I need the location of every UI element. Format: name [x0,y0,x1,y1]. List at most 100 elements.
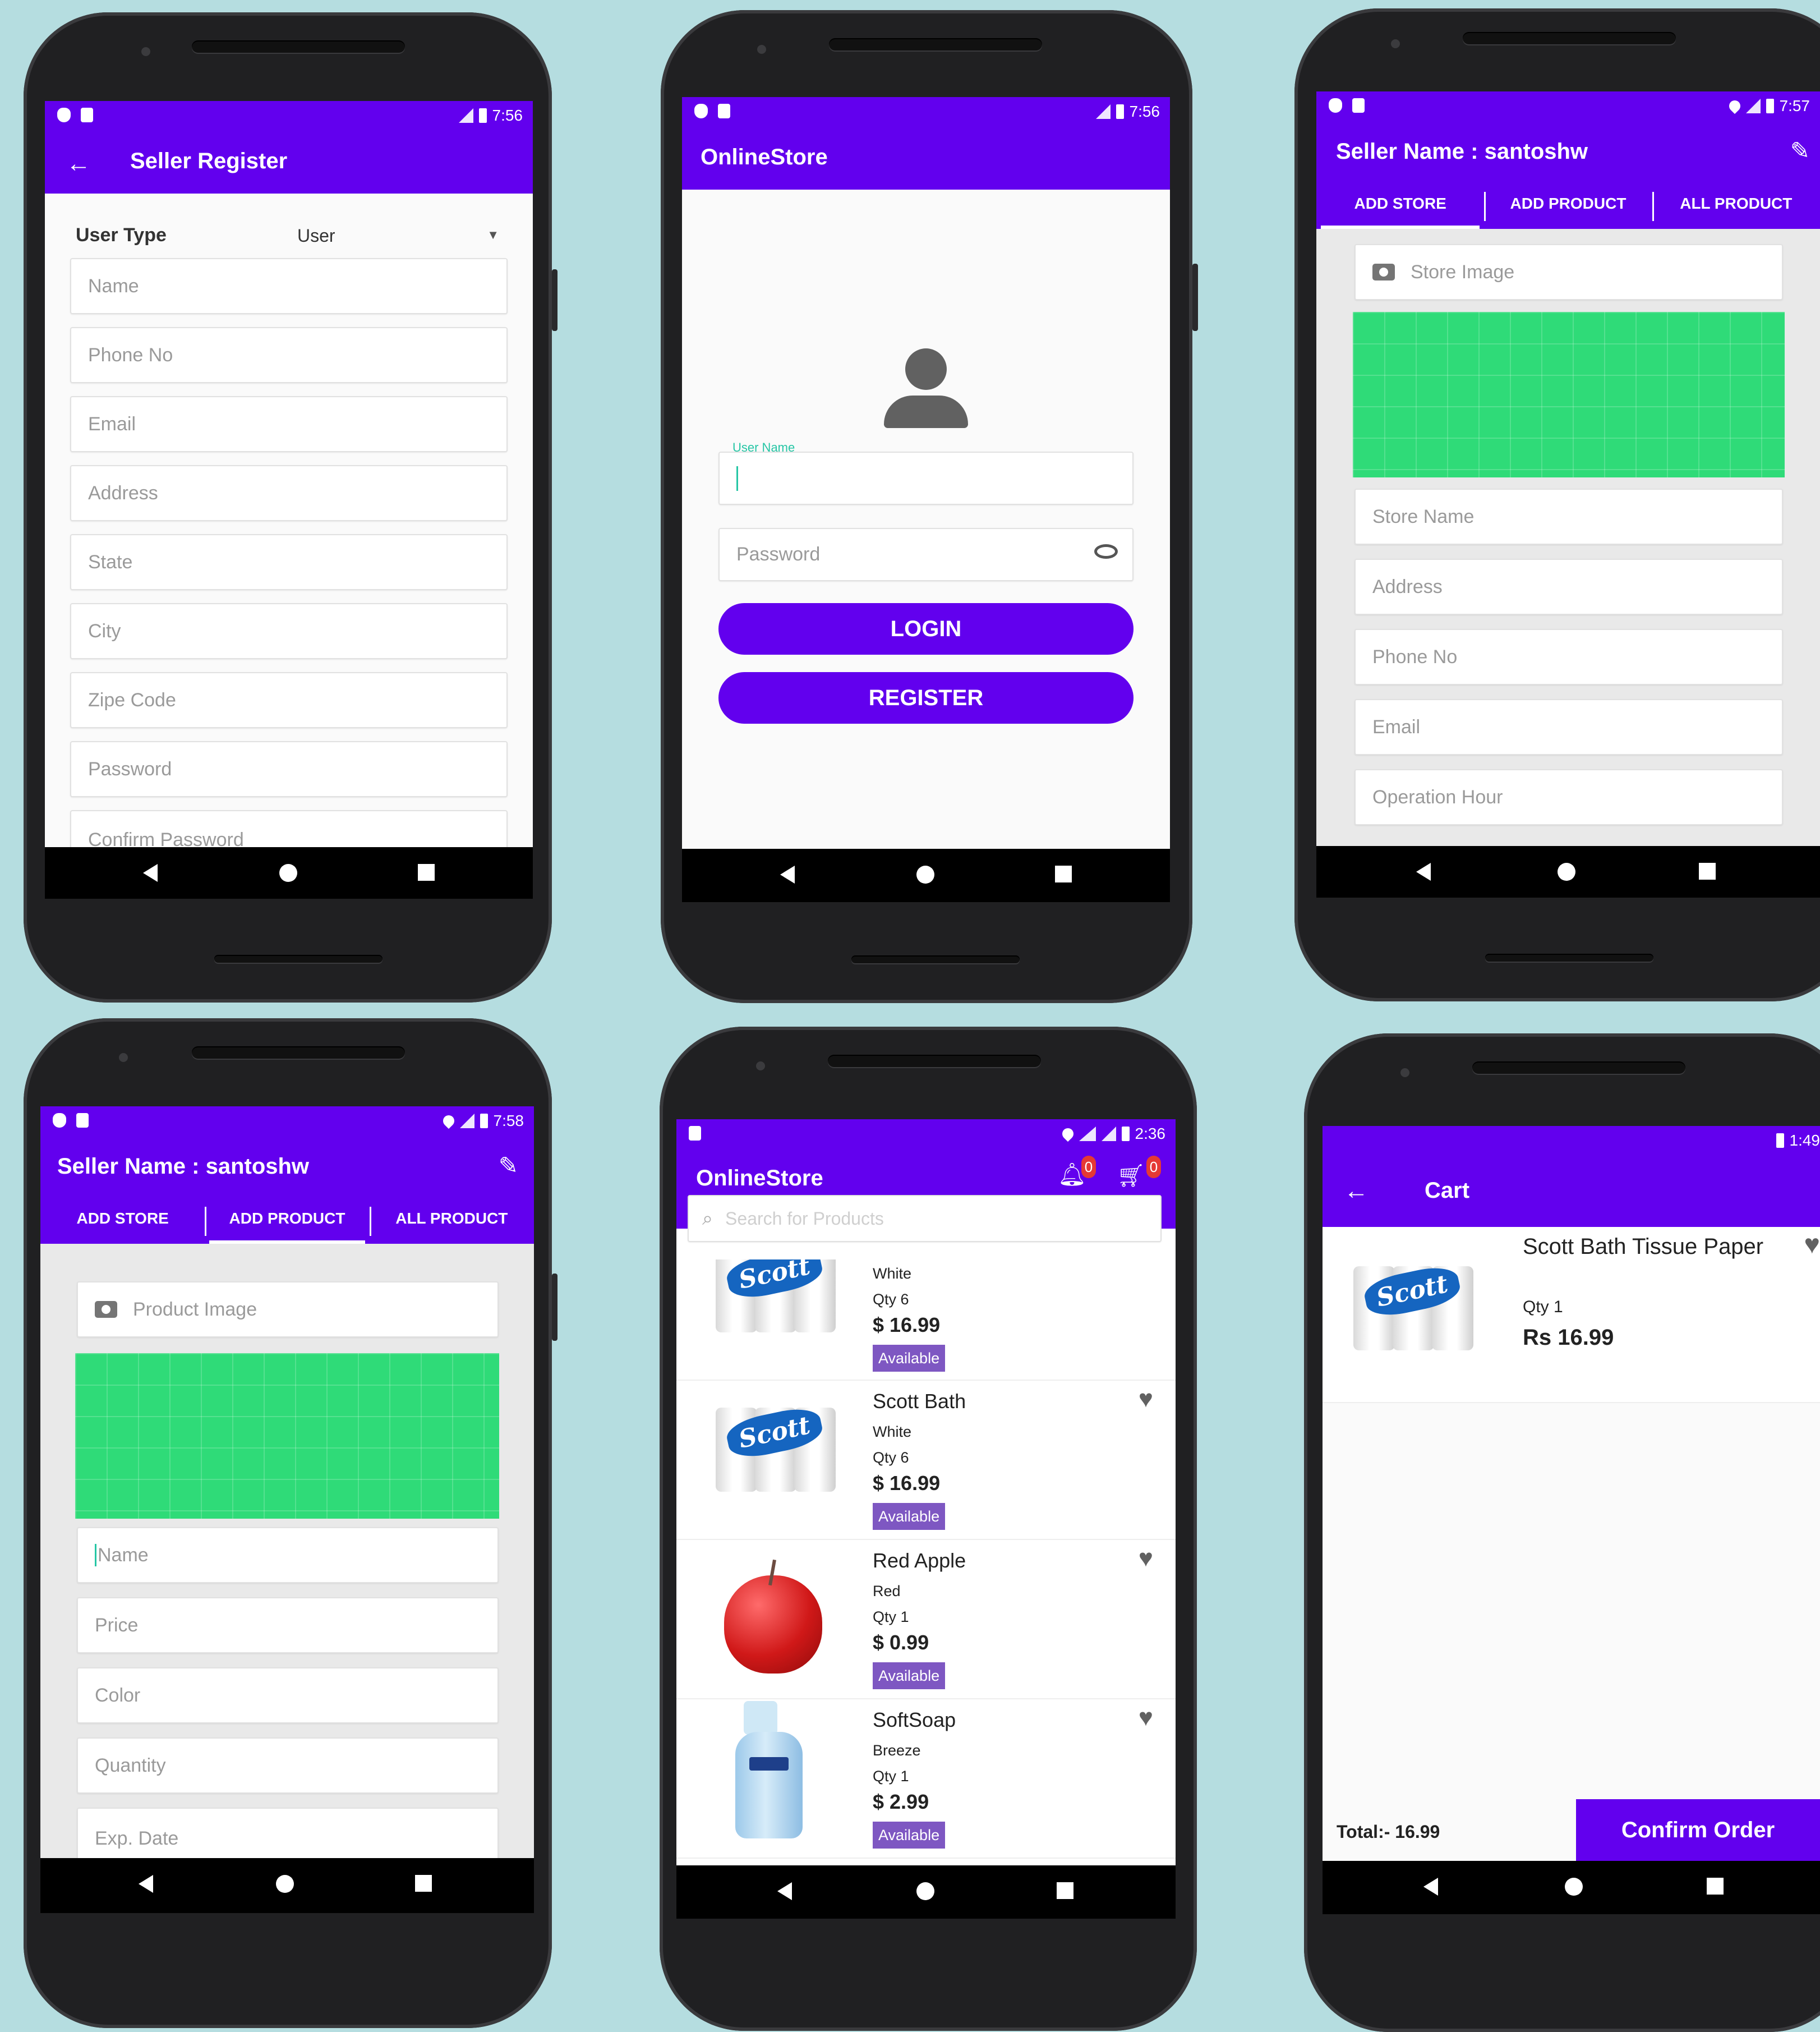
operation-hour-field[interactable]: Operation Hour [1354,769,1783,825]
status-bar: 1:49 [1323,1126,1820,1157]
product-item[interactable]: Scott White Qty 6 $ 16.99 Available [676,1259,1176,1381]
quantity-field[interactable]: Quantity [77,1737,499,1794]
nav-home-icon[interactable] [279,864,297,882]
email-field[interactable]: Email [70,396,508,452]
eye-icon[interactable] [1094,544,1118,559]
status-bar: 7:56 [45,101,533,132]
nav-home-icon[interactable] [1565,1878,1583,1896]
store-name-field[interactable]: Store Name [1354,489,1783,545]
camera-icon [1372,264,1395,281]
nav-home-icon[interactable] [916,1882,934,1900]
tab-all-product[interactable]: ALL PRODUCT [1652,184,1820,229]
state-field[interactable]: State [70,534,508,590]
shield-icon [694,104,708,118]
edit-icon[interactable]: ✎ [1790,137,1810,164]
username-input[interactable] [718,452,1134,505]
product-item[interactable]: Scott Scott Bath ♥ White Qty 6 $ 16.99 A… [676,1380,1176,1540]
product-image-placeholder [75,1353,499,1519]
tab-add-store[interactable]: ADD STORE [40,1199,205,1244]
back-arrow-icon[interactable]: ← [1344,1177,1369,1205]
nav-back-icon[interactable] [777,1882,792,1900]
status-time: 7:56 [492,107,523,125]
price-field[interactable]: Price [77,1597,499,1653]
app-bar: ← Seller Register [45,132,533,194]
password-input[interactable]: Password [718,528,1134,581]
battery-icon [480,1114,488,1128]
user-avatar-icon [884,348,968,427]
signal-icon [1096,104,1111,119]
product-image-field[interactable]: Product Image [77,1281,499,1337]
nav-recents-icon[interactable] [1699,863,1716,880]
address-field[interactable]: Address [1354,559,1783,615]
battery-icon [1776,1133,1784,1148]
tab-all-product[interactable]: ALL PRODUCT [370,1199,534,1244]
nav-back-icon[interactable] [1423,1878,1438,1896]
nav-back-icon[interactable] [1416,863,1431,881]
nav-recents-icon[interactable] [1055,866,1072,882]
nav-home-icon[interactable] [916,866,934,884]
phone-field[interactable]: Phone No [70,327,508,383]
screen-add-product: 7:58 Seller Name : santoshw ✎ ADD STORE … [40,1106,534,1858]
cart-icon[interactable]: 🛒︎ [1117,1162,1145,1189]
nav-back-icon[interactable] [139,1875,153,1893]
login-button[interactable]: LOGIN [718,603,1134,655]
favorite-heart-icon[interactable]: ♥ [1139,1544,1153,1573]
product-qty: Qty 1 [873,1768,909,1785]
nav-back-icon[interactable] [780,866,795,884]
phone-field[interactable]: Phone No [1354,629,1783,685]
status-time: 7:57 [1780,97,1810,115]
favorite-heart-icon[interactable]: ♥ [1804,1229,1820,1260]
confirm-password-field[interactable]: Confirm Password [70,810,508,847]
confirm-order-button[interactable]: Confirm Order [1576,1799,1820,1861]
nav-recents-icon[interactable] [1707,1878,1724,1895]
scott-tissue-image: Scott [710,1391,839,1520]
product-price: $ 2.99 [873,1790,929,1814]
screen-cart: 1:49 ← Cart Scott Scott Bath Tissue Pape… [1323,1126,1820,1861]
availability-badge: Available [873,1822,945,1849]
back-arrow-icon[interactable]: ← [66,150,91,178]
cart-item[interactable]: Scott Scott Bath Tissue Paper ♥ Qty 1 Rs… [1323,1227,1820,1403]
password-field[interactable]: Password [70,741,508,797]
city-field[interactable]: City [70,603,508,659]
nav-recents-icon[interactable] [1057,1882,1073,1899]
app-bar: Seller Name : santoshw ✎ [1316,122,1820,184]
nav-recents-icon[interactable] [415,1875,432,1892]
nav-back-icon[interactable] [143,864,158,882]
wifi-icon [1079,1127,1096,1141]
search-input[interactable]: ⌕ Search for Products [688,1195,1162,1242]
nav-home-icon[interactable] [276,1875,294,1893]
tab-add-product[interactable]: ADD PRODUCT [1484,184,1652,229]
signal-icon [460,1114,474,1128]
register-button[interactable]: REGISTER [718,672,1134,724]
color-field[interactable]: Color [77,1667,499,1723]
status-bar: 2:36 [676,1119,1176,1150]
notification-count-badge: 0 [1081,1156,1096,1178]
email-field[interactable]: Email [1354,699,1783,755]
exp-date-field[interactable]: Exp. Date [77,1808,499,1858]
location-icon [440,1113,456,1129]
screen-login: 7:56 OnlineStore User Name Password LOGI… [682,97,1170,849]
nav-home-icon[interactable] [1558,863,1575,881]
name-field[interactable]: Name [77,1527,499,1583]
availability-badge: Available [873,1345,945,1372]
tab-add-store[interactable]: ADD STORE [1316,184,1484,229]
tab-add-product[interactable]: ADD PRODUCT [205,1199,369,1244]
product-qty: Qty 1 [873,1608,909,1626]
favorite-heart-icon[interactable]: ♥ [1139,1385,1153,1413]
user-type-select[interactable]: User ▼ [297,226,499,248]
location-icon [1059,1126,1075,1142]
nav-recents-icon[interactable] [418,864,435,881]
store-image-field[interactable]: Store Image [1354,244,1783,300]
name-field[interactable]: Name [70,258,508,314]
product-color: White [873,1265,911,1282]
address-field[interactable]: Address [70,465,508,521]
product-item[interactable]: Red Apple ♥ Red Qty 1 $ 0.99 Available [676,1539,1176,1699]
favorite-heart-icon[interactable]: ♥ [1139,1704,1153,1732]
product-item[interactable]: SoftSoap ♥ Breeze Qty 1 $ 2.99 Available [676,1698,1176,1859]
zip-code-field[interactable]: Zipe Code [70,672,508,728]
status-time: 1:49 [1790,1132,1820,1150]
cart-item-qty: Qty 1 [1523,1298,1563,1317]
edit-icon[interactable]: ✎ [499,1152,518,1179]
store-image-placeholder [1353,312,1785,477]
sd-card-icon [689,1126,701,1141]
